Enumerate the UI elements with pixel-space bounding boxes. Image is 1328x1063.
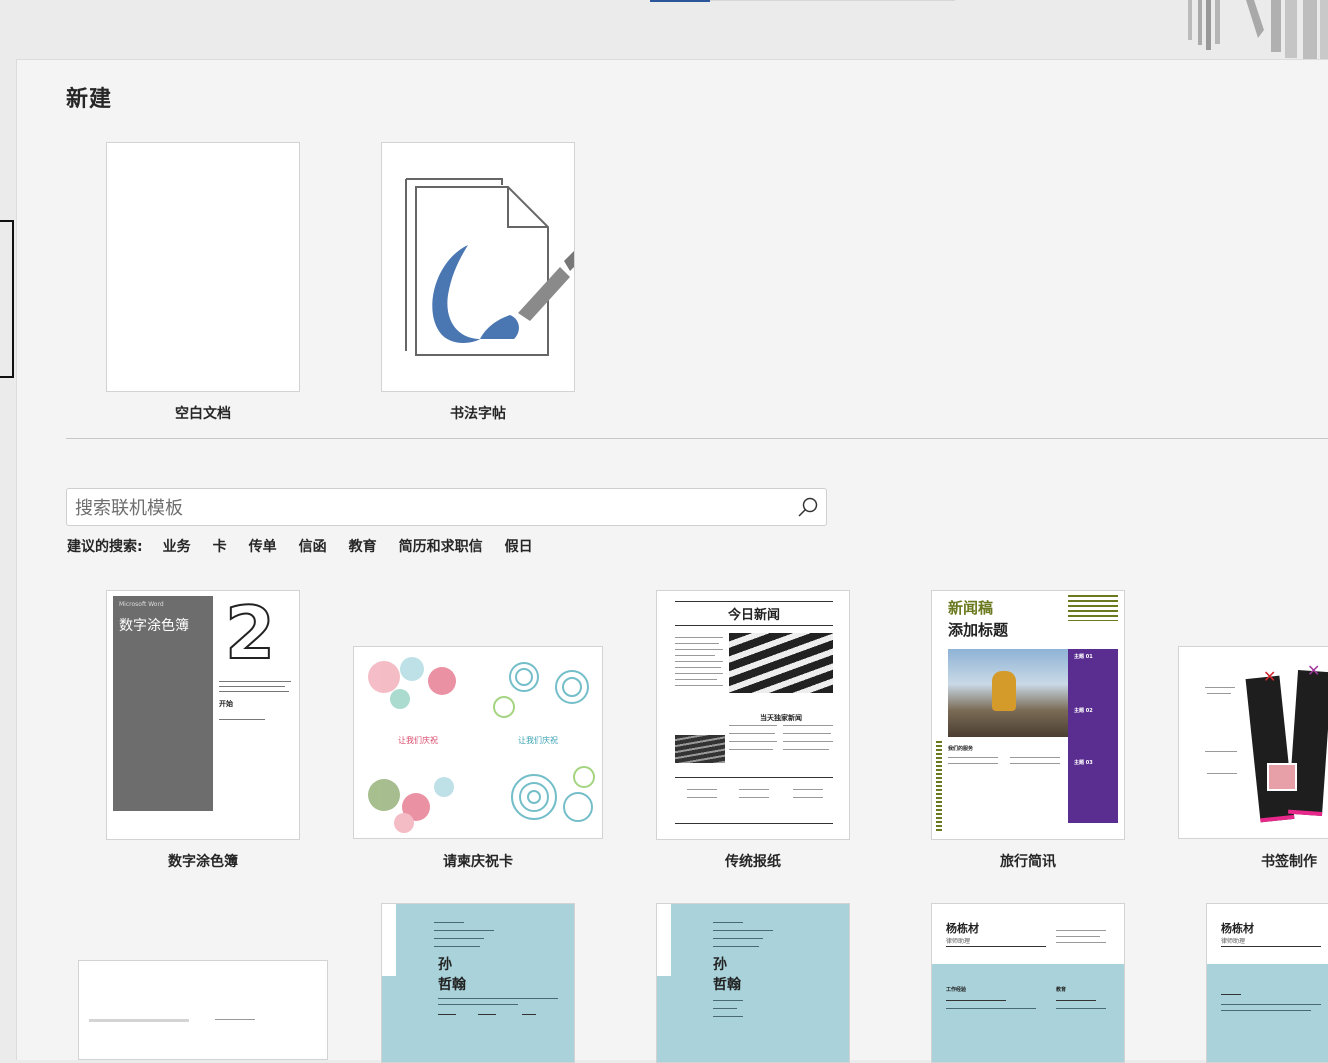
travel-sidebar: [1068, 649, 1118, 823]
resume-role: 律师助理: [946, 938, 971, 945]
travel-section: 我们的服务: [948, 746, 974, 752]
celebration-card-thumbnail: 让我们庆祝 让我们庆祝: [353, 646, 603, 839]
bookmark-ribbon: ✕: [1263, 667, 1277, 686]
suggestion-education[interactable]: 教育: [349, 536, 377, 556]
resume-name: 杨栋材: [1221, 922, 1254, 935]
template-resume-teal-1[interactable]: 孙 哲翰: [381, 903, 575, 1063]
travel-topic-2: 主题 02: [1074, 708, 1093, 714]
resume-name-1: 孙: [713, 957, 727, 973]
template-calligraphy[interactable]: 书法字帖: [381, 142, 575, 422]
template-resume-teal-2[interactable]: 孙 哲翰: [656, 903, 850, 1063]
bookmark-thumbnail: ✕ ✕: [1178, 646, 1328, 839]
travel-title-2: 添加标题: [948, 621, 1009, 639]
template-caption: 书签制作: [1261, 854, 1317, 870]
bookmark-shape-1: [1245, 675, 1295, 823]
resume-section-right: 教育: [1056, 987, 1067, 993]
calligraphy-thumbnail: [381, 142, 575, 392]
template-blank-document[interactable]: 空白文档: [106, 142, 300, 422]
search-icon[interactable]: [796, 496, 820, 520]
suggested-searches: 建议的搜索: 业务 卡 传单 信函 教育 简历和求职信 假日: [67, 536, 555, 556]
resume-role: 律师助理: [1221, 938, 1246, 945]
card-text-left: 让我们庆祝: [398, 736, 438, 745]
suggestion-flyers[interactable]: 传单: [249, 536, 277, 556]
new-document-panel: 新建 空白文档 书法字帖 建议的搜: [16, 59, 1328, 1063]
resume-white-stripe: [657, 904, 671, 976]
template-traditional-newspaper[interactable]: 今日新闻 当天独家新闻 传统报纸: [656, 590, 850, 875]
side-frame-edge: [0, 220, 14, 378]
coloring-book-title: 数字涂色簿: [119, 618, 189, 634]
resume-thumbnail: 杨栋材 律师助理 工作经验 教育: [931, 903, 1125, 1063]
template-row2-partial[interactable]: [78, 960, 328, 1060]
resume-thumbnail: 孙 哲翰: [381, 903, 575, 1063]
card-text-right: 让我们庆祝: [518, 736, 558, 745]
template-thumbnail: [78, 960, 328, 1060]
coloring-book-brand: Microsoft Word: [119, 601, 164, 608]
newspaper-photo-crosswalk: [729, 633, 833, 693]
active-tab-indicator: [650, 0, 710, 2]
resume-teal-band: 工作经验 教育: [932, 964, 1124, 1062]
top-rule: [710, 0, 955, 1]
suggestion-letters[interactable]: 信函: [299, 536, 327, 556]
travel-topic-1: 主题 01: [1074, 654, 1093, 660]
bookmark-ribbon-2: ✕: [1307, 661, 1321, 680]
template-resume-white-1[interactable]: 杨栋材 律师助理 工作经验 教育: [931, 903, 1125, 1063]
resume-thumbnail: 杨栋材 律师助理: [1206, 903, 1328, 1063]
blank-document-thumbnail: [106, 142, 300, 392]
resume-name-2: 哲翰: [438, 977, 466, 993]
suggested-searches-label: 建议的搜索:: [67, 539, 143, 555]
template-resume-white-2[interactable]: 杨栋材 律师助理: [1206, 903, 1328, 1063]
bookmark-shape-2: [1288, 669, 1328, 817]
resume-name: 杨栋材: [946, 922, 979, 935]
template-caption: 书法字帖: [450, 406, 506, 422]
travel-title-1: 新闻稿: [948, 599, 994, 617]
newspaper-photo-keyboard: [675, 735, 725, 763]
travel-margin-bar: [936, 741, 942, 833]
bookmark-photo: [1267, 763, 1297, 791]
resume-teal-band: [1207, 964, 1328, 1062]
circles-pattern: [368, 657, 595, 833]
travel-topic-3: 主题 03: [1074, 760, 1093, 766]
section-divider: [66, 438, 1328, 439]
coloring-book-start: 开始: [219, 700, 233, 708]
newspaper-masthead: 今日新闻: [727, 608, 780, 623]
newspaper-subhead: 当天独家新闻: [760, 714, 802, 722]
suggestion-resumes[interactable]: 简历和求职信: [399, 536, 483, 556]
resume-thumbnail: 孙 哲翰: [656, 903, 850, 1063]
suggestion-cards[interactable]: 卡: [213, 536, 227, 556]
suggestion-holidays[interactable]: 假日: [505, 536, 533, 556]
calligraphy-brush-icon: [405, 178, 574, 356]
resume-name-2: 哲翰: [713, 977, 741, 993]
template-caption: 请柬庆祝卡: [443, 854, 513, 870]
resume-name-1: 孙: [438, 957, 452, 973]
search-input[interactable]: [73, 493, 777, 523]
travel-hiker: [992, 671, 1016, 711]
newspaper-thumbnail: 今日新闻 当天独家新闻: [656, 590, 850, 840]
page-title: 新建: [66, 87, 113, 112]
template-caption: 传统报纸: [725, 854, 781, 870]
template-caption: 空白文档: [175, 406, 231, 422]
resume-section-left: 工作经验: [946, 987, 967, 993]
travel-newsletter-thumbnail: 新闻稿 添加标题 主题 01 主题 02 主题 03 我们的服务: [931, 590, 1125, 840]
travel-stripes: [1068, 595, 1118, 621]
template-caption: 旅行简讯: [1000, 854, 1056, 870]
template-coloring-book[interactable]: Microsoft Word 数字涂色簿 2 开始 数字涂色簿: [106, 590, 300, 875]
coloring-book-thumbnail: Microsoft Word 数字涂色簿 2 开始: [106, 590, 300, 840]
template-travel-newsletter[interactable]: 新闻稿 添加标题 主题 01 主题 02 主题 03 我们的服务 旅行简讯: [931, 590, 1125, 875]
template-caption: 数字涂色簿: [168, 854, 238, 870]
coloring-number-2: 2: [224, 591, 276, 676]
suggestion-business[interactable]: 业务: [163, 536, 191, 556]
decorative-stripes-graphic: [1188, 0, 1328, 60]
resume-white-stripe: [382, 904, 396, 976]
online-template-search: [66, 488, 827, 526]
template-celebration-card[interactable]: 让我们庆祝 让我们庆祝 请柬庆祝卡: [353, 646, 603, 876]
template-bookmark-maker[interactable]: ✕ ✕ 书签制作: [1178, 646, 1328, 876]
